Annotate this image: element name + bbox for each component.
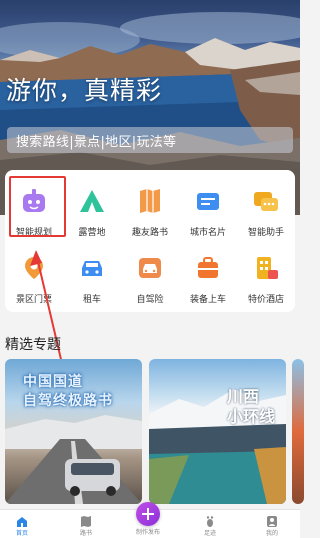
section-title: 精选专题 [5, 337, 61, 353]
topic-card-national-road[interactable]: 中国国道 自驾终极路书 [5, 359, 142, 504]
tab-footprint[interactable]: 足迹 [190, 512, 230, 537]
tab-label: 路书 [79, 530, 92, 537]
map-icon [81, 516, 91, 527]
topic-title: 中国国道 自驾终极路书 [23, 374, 113, 409]
tab-roadbook[interactable]: 路书 [66, 512, 106, 537]
topic-card-partial[interactable] [292, 359, 304, 504]
tab-home[interactable]: 首页 [2, 512, 42, 537]
tab-label: 制作发布 [135, 529, 160, 536]
topic-card-sichuan-west[interactable]: 川西 小环线 [149, 359, 286, 504]
tab-label: 我的 [265, 530, 278, 537]
snow-mountain-lake-image [149, 389, 286, 504]
tab-label: 足迹 [203, 530, 216, 537]
profile-icon [267, 516, 277, 527]
footprint-icon [206, 516, 214, 527]
tab-profile[interactable]: 我的 [252, 512, 292, 537]
home-icon [17, 517, 27, 527]
tab-create-publish[interactable]: 制作发布 [128, 526, 168, 536]
tab-label: 首页 [15, 530, 28, 537]
plus-icon[interactable] [136, 502, 160, 526]
topic-title: 川西 小环线 [227, 387, 276, 426]
